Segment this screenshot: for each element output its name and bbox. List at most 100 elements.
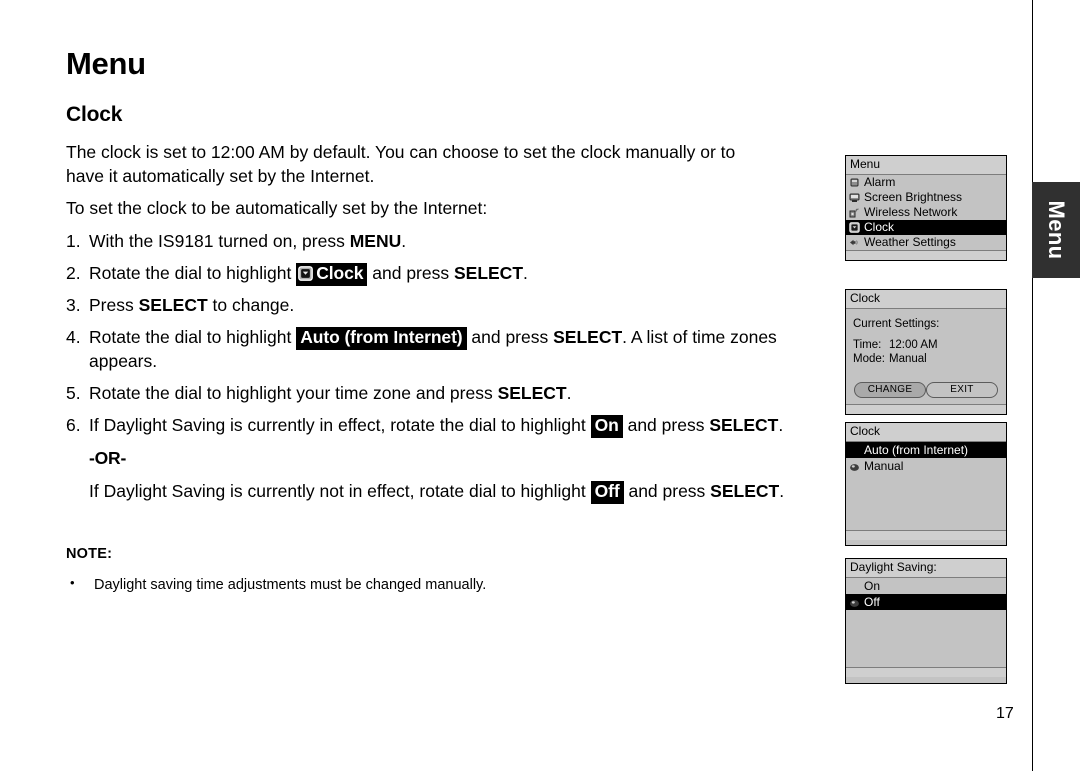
step-number: 4.	[66, 327, 81, 348]
step-number: 5.	[66, 383, 81, 404]
field-key: Time:	[853, 339, 882, 352]
step-item: 4. Rotate the dial to highlight Auto (fro…	[66, 326, 826, 374]
step-item: 2. Rotate the dial to highlight Clock and…	[66, 262, 826, 287]
bullet-icon: •	[70, 575, 75, 591]
step-number: 2.	[66, 263, 81, 284]
menu-row-label: Weather Settings	[864, 235, 956, 249]
wireless-network-icon	[849, 207, 860, 218]
option-label: Manual	[864, 459, 904, 473]
device-screen-clock-mode: Clock Auto (from Internet) Manual	[845, 422, 1007, 546]
selected-dot-icon	[849, 461, 860, 472]
clock-settings-body: Current Settings: Time: 12:00 AM Mode: Manu…	[846, 309, 1006, 404]
clock-mode-option-manual[interactable]: Manual	[846, 458, 1006, 474]
body-text: .	[566, 383, 572, 404]
device-screen-clock-settings: Clock Current Settings: Time: 12:00 AM Mod…	[845, 289, 1007, 415]
steps-list: 1. With the IS9181 turned on, press MENU.…	[66, 230, 826, 438]
device-screen-menu: Menu Alarm Screen Brightness Wireless Netw…	[845, 155, 1007, 261]
clock-settings-fields: Time: 12:00 AM Mode: Manual	[853, 338, 999, 367]
current-settings-heading: Current Settings:	[853, 318, 940, 330]
clock-setting-field: Time: 12:00 AM	[853, 338, 999, 352]
step-number: 6.	[66, 415, 81, 436]
body-text: and press	[623, 481, 711, 502]
manual-page: Menu Menu Clock The clock is set to 12:0…	[0, 0, 1080, 771]
menu-row-alarm[interactable]: Alarm	[846, 175, 1006, 190]
screen-footer-bar	[846, 403, 1006, 414]
body-text: Rotate the dial to highlight your time z…	[89, 383, 498, 404]
intro-paragraph-2: To set the clock to be automatically set…	[66, 198, 488, 219]
field-key: Mode:	[853, 353, 885, 366]
screen-brightness-icon	[849, 192, 860, 203]
content-column: Menu Clock The clock is set to 12:00 AM …	[66, 46, 826, 595]
body-text: .	[778, 415, 784, 436]
screen-footer-bar	[846, 250, 1006, 260]
step-item: 1. With the IS9181 turned on, press MENU.	[66, 230, 826, 254]
alternate-block: -OR- If Daylight Saving is currently not…	[66, 447, 826, 504]
clock-icon	[849, 222, 860, 233]
side-tab-menu: Menu	[1032, 182, 1080, 278]
emphasis-text: SELECT	[709, 415, 779, 436]
screen-title: Menu	[846, 156, 1006, 175]
button-label: CHANGE	[867, 383, 913, 395]
menu-row-weather-settings[interactable]: Weather Settings	[846, 235, 1006, 250]
body-text: to change.	[207, 295, 295, 316]
menu-row-screen-brightness[interactable]: Screen Brightness	[846, 190, 1006, 205]
field-value: Manual	[889, 353, 927, 366]
intro-paragraph-1: The clock is set to 12:00 AM by default.…	[66, 141, 736, 186]
emphasis-text: MENU	[349, 231, 402, 252]
option-label: On	[864, 579, 881, 593]
screen-title: Daylight Saving:	[846, 559, 1006, 578]
emphasis-text: SELECT	[497, 383, 567, 404]
daylight-saving-option-off[interactable]: Off	[846, 594, 1006, 610]
screen-footer-bar	[846, 667, 1006, 677]
page-title: Menu	[66, 46, 146, 81]
body-text: Rotate the dial to highlight	[89, 263, 297, 284]
ui-option-badge: Auto (from Internet)	[296, 327, 467, 350]
page-margin-rule	[1032, 0, 1033, 771]
page-number: 17	[996, 705, 1014, 722]
emphasis-text: SELECT	[453, 263, 524, 284]
emphasis-text: SELECT	[710, 481, 780, 502]
screen-title: Clock	[846, 290, 1006, 309]
note-block: NOTE: • Daylight saving time adjustments …	[66, 546, 826, 595]
clock-setting-field: Mode: Manual	[853, 352, 999, 366]
note-item-text: Daylight saving time adjustments must be…	[94, 577, 487, 594]
daylight-saving-option-on[interactable]: On	[846, 578, 1006, 594]
body-text: and press	[367, 263, 454, 284]
button-label: EXIT	[950, 383, 974, 395]
body-text: .	[523, 263, 528, 284]
body-text: .	[779, 481, 785, 502]
body-text: If Daylight Saving is currently not in e…	[89, 481, 591, 502]
clock-mode-option-auto-from-internet[interactable]: Auto (from Internet)	[846, 442, 1006, 458]
spacer-icon	[849, 445, 860, 456]
selected-dot-icon	[849, 597, 860, 608]
device-screen-daylight-saving: Daylight Saving: On Off	[845, 558, 1007, 684]
ui-option-badge: Clock	[296, 263, 368, 287]
emphasis-text: SELECT	[138, 295, 208, 316]
menu-row-label: Clock	[864, 220, 895, 234]
alternate-instruction: If Daylight Saving is currently not in e…	[89, 480, 826, 504]
exit-button[interactable]: EXIT	[926, 381, 998, 398]
weather-settings-icon	[849, 237, 860, 248]
body-text: and press	[466, 327, 554, 348]
menu-row-wireless-network[interactable]: Wireless Network	[846, 205, 1006, 220]
step-item: 6. If Daylight Saving is currently in eff…	[66, 414, 826, 438]
clock-settings-buttons: CHANGE EXIT	[853, 381, 999, 398]
clock-mode-row-list: Auto (from Internet) Manual	[846, 442, 1006, 530]
body-text: Rotate the dial to highlight	[89, 327, 297, 348]
ui-option-badge: Off	[590, 481, 624, 504]
menu-row-label: Wireless Network	[864, 205, 958, 219]
body-text: Press	[89, 295, 139, 316]
note-items: • Daylight saving time adjustments must b…	[66, 575, 826, 595]
clock-icon	[298, 266, 314, 282]
body-text: With the IS9181 turned on, press	[89, 231, 350, 252]
field-value: 12:00 AM	[889, 339, 938, 352]
change-button[interactable]: CHANGE	[854, 381, 926, 398]
step-item: 5. Rotate the dial to highlight your time…	[66, 382, 826, 406]
or-label: -OR-	[89, 448, 127, 469]
menu-row-label: Alarm	[864, 175, 896, 189]
ui-option-badge: On	[590, 415, 623, 438]
side-tab-label: Menu	[1044, 200, 1069, 260]
alarm-icon	[849, 177, 860, 188]
menu-row-clock[interactable]: Clock	[846, 220, 1006, 235]
menu-row-label: Screen Brightness	[864, 190, 963, 204]
